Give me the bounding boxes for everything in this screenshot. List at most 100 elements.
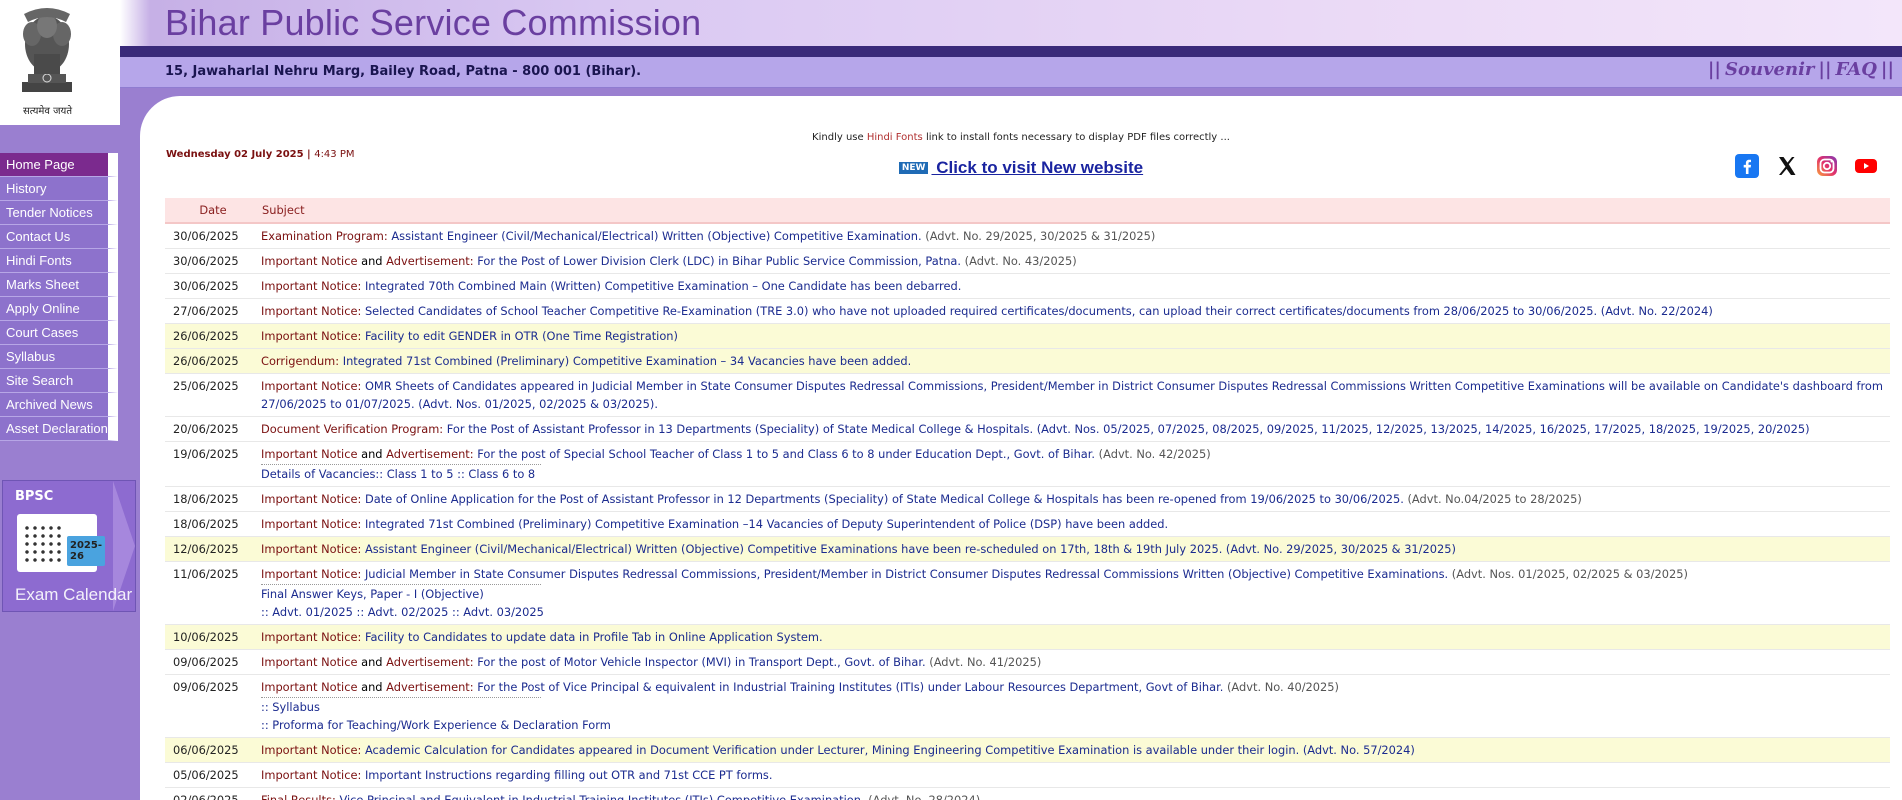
row-description[interactable]: Integrated 71st Combined (Preliminary) C… [339,354,912,368]
nav-home-page[interactable]: Home Page [0,153,118,177]
row-subject-link[interactable]: Important Notice: Selected Candidates of… [261,304,1713,318]
row-description[interactable]: OMR Sheets of Candidates appeared in Jud… [261,379,1883,411]
row-subject-link[interactable]: Important Notice: Assistant Engineer (Ci… [261,542,1456,556]
row-sublink[interactable]: Details of Vacancies:: Class 1 to 5 :: C… [261,465,1890,483]
row-category[interactable]: Important Notice: [261,492,361,506]
row-subject-link[interactable]: Important Notice and Advertisement: For … [261,254,961,268]
row-description[interactable]: For the Post of Vice Principal & equival… [474,680,1223,694]
nav-archived-news[interactable]: Archived News [0,393,118,417]
row-category[interactable]: Important Notice: [261,743,361,757]
row-sublink[interactable]: :: Advt. 01/2025 :: Advt. 02/2025 :: Adv… [261,603,1890,621]
row-description[interactable]: Integrated 70th Combined Main (Written) … [361,279,961,293]
row-date: 30/06/2025 [165,273,261,299]
faq-link[interactable]: FAQ [1836,59,1877,80]
row-description[interactable]: Facility to edit GENDER in OTR (One Time… [361,329,678,343]
nav-site-search[interactable]: Site Search [0,369,118,393]
row-category[interactable]: Important Notice [261,254,357,268]
row-category[interactable]: Important Notice: [261,279,361,293]
row-category-secondary[interactable]: Advertisement: [386,447,473,461]
row-category[interactable]: Important Notice: [261,567,361,581]
social-links [1735,154,1890,178]
row-category[interactable]: Important Notice: [261,517,361,531]
row-category[interactable]: Important Notice: [261,630,361,644]
new-website-link[interactable]: Click to visit New website [931,158,1143,177]
row-description[interactable]: For the Post of Assistant Professor in 1… [443,422,1810,436]
row-subject-link[interactable]: Important Notice and Advertisement: For … [261,680,1223,694]
row-category[interactable]: Important Notice [261,655,357,669]
table-row: 26/06/2025 Corrigendum: Integrated 71st C… [165,348,1890,374]
table-row: 06/06/2025 Important Notice: Academic Cal… [165,737,1890,763]
row-category[interactable]: Examination Program: [261,229,388,243]
address-text: 15, Jawaharlal Nehru Marg, Bailey Road, … [165,64,642,79]
table-row: 27/06/2025 Important Notice: Selected Can… [165,298,1890,324]
exam-calendar-banner[interactable]: BPSC 2025-26 Exam Calendar [2,480,136,612]
row-subject-link[interactable]: Important Notice: Integrated 71st Combin… [261,517,1168,531]
row-category[interactable]: Important Notice: [261,768,361,782]
row-subject-link[interactable]: Important Notice: OMR Sheets of Candidat… [261,379,1883,411]
row-description[interactable]: For the Post of Lower Division Clerk (LD… [474,254,961,268]
row-subject-link[interactable]: Important Notice: Important Instructions… [261,768,772,782]
row-subject-link[interactable]: Important Notice: Integrated 70th Combin… [261,279,961,293]
row-description[interactable]: Facility to Candidates to update data in… [361,630,823,644]
row-category[interactable]: Document Verification Program: [261,422,443,436]
row-subject-link[interactable]: Document Verification Program: For the P… [261,422,1810,436]
row-category[interactable]: Important Notice [261,680,357,694]
row-description[interactable]: Selected Candidates of School Teacher Co… [361,304,1713,318]
emblem-motto: सत्यमेव जयते [22,106,73,117]
row-category[interactable]: Important Notice [261,447,357,461]
row-subject-link[interactable]: Corrigendum: Integrated 71st Combined (P… [261,354,911,368]
row-description[interactable]: For the post of Motor Vehicle Inspector … [474,655,925,669]
row-subject-link[interactable]: Examination Program: Assistant Engineer … [261,229,922,243]
nav-syllabus[interactable]: Syllabus [0,345,118,369]
row-description[interactable]: Important Instructions regarding filling… [361,768,773,782]
nav-tender-notices[interactable]: Tender Notices [0,201,118,225]
row-description[interactable]: For the post of Special School Teacher o… [474,447,1095,461]
row-category-secondary[interactable]: Advertisement: [386,254,473,268]
instagram-icon[interactable] [1815,154,1839,178]
row-description[interactable]: Judicial Member in State Consumer Disput… [361,567,1448,581]
nav-court-cases[interactable]: Court Cases [0,321,118,345]
row-category[interactable]: Important Notice: [261,379,361,393]
row-category[interactable]: Important Notice: [261,329,361,343]
souvenir-link[interactable]: Souvenir [1725,59,1814,80]
row-description[interactable]: Vice Principal and Equivalent in Industr… [336,793,864,800]
row-subject-link[interactable]: Important Notice: Facility to Candidates… [261,630,823,644]
row-category[interactable]: Final Results: [261,793,336,800]
hindi-fonts-link[interactable]: Hindi Fonts [867,132,923,143]
row-subject: Important Notice: Academic Calculation f… [261,737,1890,763]
row-description[interactable]: Academic Calculation for Candidates appe… [361,743,1415,757]
row-subject-link[interactable]: Important Notice and Advertisement: For … [261,447,1095,461]
facebook-icon[interactable] [1735,154,1759,178]
row-category[interactable]: Important Notice: [261,304,361,318]
row-description[interactable]: Assistant Engineer (Civil/Mechanical/Ele… [388,229,921,243]
row-subject-link[interactable]: Final Results: Vice Principal and Equiva… [261,793,865,800]
row-description[interactable]: Assistant Engineer (Civil/Mechanical/Ele… [361,542,1456,556]
row-category[interactable]: Important Notice: [261,542,361,556]
row-description[interactable]: Integrated 71st Combined (Preliminary) C… [361,517,1168,531]
row-sublink[interactable]: :: Syllabus [261,698,1890,716]
row-subject-link[interactable]: Important Notice: Facility to edit GENDE… [261,329,678,343]
nav-hindi-fonts[interactable]: Hindi Fonts [0,249,118,273]
table-row: 19/06/2025 Important Notice and Advertise… [165,441,1890,487]
row-category-secondary[interactable]: Advertisement: [386,680,473,694]
row-category[interactable]: Corrigendum: [261,354,339,368]
nav-asset-declaration[interactable]: Asset Declaration [0,417,118,441]
nav-marks-sheet[interactable]: Marks Sheet [0,273,118,297]
nav-contact-us[interactable]: Contact Us [0,225,118,249]
row-subject-link[interactable]: Important Notice: Date of Online Applica… [261,492,1404,506]
calendar-icon: 2025-26 [17,514,105,572]
row-subject-link[interactable]: Important Notice and Advertisement: For … [261,655,926,669]
row-description[interactable]: Date of Online Application for the Post … [361,492,1404,506]
row-sublink[interactable]: Final Answer Keys, Paper - I (Objective) [261,585,1890,603]
youtube-icon[interactable] [1854,154,1878,178]
nav-history[interactable]: History [0,177,118,201]
row-subject-link[interactable]: Important Notice: Judicial Member in Sta… [261,567,1448,581]
nav-apply-online[interactable]: Apply Online [0,297,118,321]
row-subject: Important Notice: Facility to Candidates… [261,624,1890,650]
row-subject-link[interactable]: Important Notice: Academic Calculation f… [261,743,1415,757]
row-sublink[interactable]: :: Proforma for Teaching/Work Experience… [261,716,1890,734]
row-category-secondary[interactable]: Advertisement: [386,655,473,669]
fonts-notice: Kindly use Hindi Fonts link to install f… [812,132,1230,143]
x-icon[interactable] [1775,154,1799,178]
row-date: 18/06/2025 [165,511,261,537]
